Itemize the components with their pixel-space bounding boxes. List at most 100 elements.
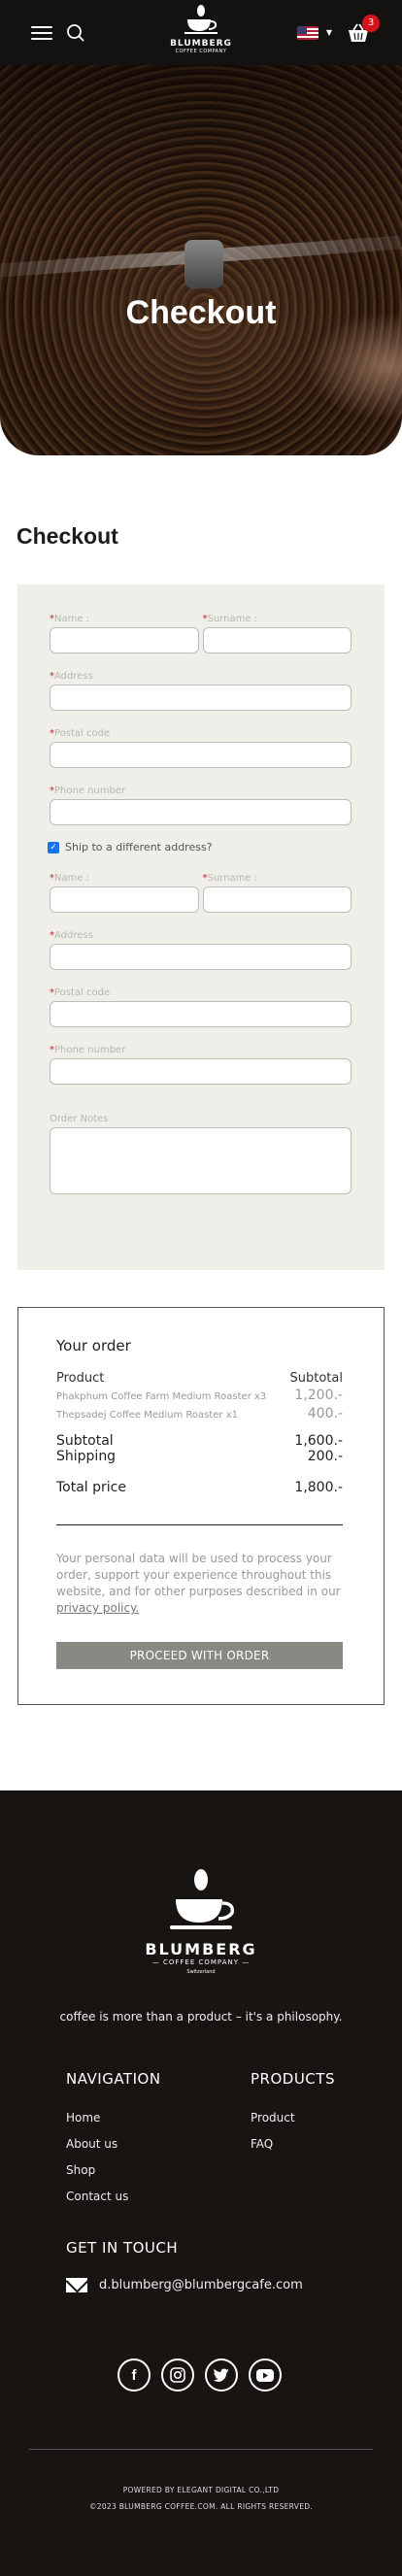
footer-link-product[interactable]: Product <box>251 2111 295 2124</box>
col-subtotal: Subtotal <box>289 1371 343 1386</box>
shipping-name-field: *Name : <box>50 873 199 913</box>
shipping-address-label: Address <box>54 930 93 941</box>
billing-address-input[interactable] <box>50 685 352 711</box>
order-title: Your order <box>56 1337 131 1355</box>
shipping-postal-field: *Postal code <box>50 987 352 1027</box>
footer-nav-title: NAVIGATION <box>66 2070 161 2088</box>
order-notes-label: Order Notes <box>50 1114 109 1124</box>
footer-logo-country: Switzerland <box>186 1969 216 1975</box>
footer-link-about[interactable]: About us <box>66 2137 117 2151</box>
shipping-phone-input[interactable] <box>50 1058 352 1085</box>
shipping-label: Shipping <box>56 1449 117 1464</box>
page-title: Checkout <box>17 523 118 549</box>
footer-touch-title: GET IN TOUCH <box>66 2239 179 2257</box>
shipping-row: Shipping 200.- <box>56 1449 343 1464</box>
hero-banner: Checkout <box>0 65 402 455</box>
footer-copyright: ©2023 BLUMBERG COFFEE.COM. ALL RIGHTS RE… <box>88 2502 314 2511</box>
footer-email[interactable]: d.blumberg@blumbergcafe.com <box>99 2278 303 2292</box>
total-value: 1,800.- <box>294 1480 343 1495</box>
order-item-price: 1,200.- <box>294 1388 343 1403</box>
us-flag-icon[interactable] <box>296 25 318 40</box>
cart-count-badge: 3 <box>362 14 380 32</box>
youtube-icon[interactable] <box>249 2359 282 2392</box>
billing-surname-label: Surname : <box>207 614 258 624</box>
order-notes-textarea[interactable] <box>50 1127 352 1194</box>
shipping-postal-input[interactable] <box>50 1001 352 1027</box>
shipping-address-input[interactable] <box>50 944 352 970</box>
shipping-surname-label: Surname : <box>207 873 258 884</box>
proceed-with-order-button[interactable]: PROCEED WITH ORDER <box>56 1642 343 1669</box>
instagram-icon[interactable] <box>161 2359 194 2392</box>
order-item-price: 400.- <box>307 1406 343 1422</box>
privacy-policy-link[interactable]: privacy policy. <box>56 1601 139 1615</box>
billing-surname-input[interactable] <box>202 627 352 653</box>
shipping-value: 200.- <box>307 1449 343 1464</box>
chevron-down-icon[interactable]: ▼ <box>326 28 332 37</box>
order-header-row: Product Subtotal <box>56 1371 343 1386</box>
footer-logo-sub: — COFFEE COMPANY — <box>151 1958 251 1966</box>
shipping-name-input[interactable] <box>50 887 199 913</box>
order-item: Phakphum Coffee Farm Medium Roaster x3 1… <box>56 1388 343 1403</box>
footer-tagline: coffee is more than a product – it's a p… <box>59 2010 343 2024</box>
billing-surname-field: *Surname : <box>202 614 352 653</box>
subtotal-row: Subtotal 1,600.- <box>56 1433 343 1449</box>
shipping-surname-input[interactable] <box>202 887 352 913</box>
hero-title: Checkout <box>125 294 277 331</box>
billing-phone-label: Phone number <box>54 786 126 796</box>
footer-powered-by: POWERED BY ELEGANT DIGITAL CO.,LTD <box>122 2486 280 2494</box>
footer-logo[interactable]: BLUMBERG — COFFEE COMPANY — Switzerland <box>0 1868 402 1975</box>
checkout-form: *Name : *Surname : *Address *Postal code… <box>17 585 385 1270</box>
site-footer: BLUMBERG — COFFEE COMPANY — Switzerland … <box>0 1790 402 2576</box>
privacy-text: Your personal data will be used to proce… <box>56 1552 341 1598</box>
facebook-icon[interactable]: f <box>117 2359 151 2392</box>
billing-address-field: *Address <box>50 671 352 711</box>
footer-link-contact[interactable]: Contact us <box>66 2190 128 2203</box>
order-item-name: Thepsadej Coffee Medium Roaster x1 <box>56 1410 238 1421</box>
footer-divider <box>29 2449 373 2450</box>
billing-postal-field: *Postal code <box>50 728 352 768</box>
shipping-address-field: *Address <box>50 930 352 970</box>
header-actions: ▼ 3 <box>296 14 380 43</box>
ship-different-label: Ship to a different address? <box>65 841 213 853</box>
billing-name-input[interactable] <box>50 627 199 653</box>
coffee-cup-logo-icon <box>184 5 218 34</box>
shipping-phone-field: *Phone number <box>50 1045 352 1085</box>
total-label: Total price <box>56 1480 126 1495</box>
billing-postal-input[interactable] <box>50 742 352 768</box>
ship-different-checkbox[interactable]: ✓ <box>48 841 59 853</box>
shipping-name-label: Name : <box>54 873 90 884</box>
billing-phone-input[interactable] <box>50 799 352 825</box>
social-links: f <box>117 2359 282 2392</box>
order-item-name: Phakphum Coffee Farm Medium Roaster x3 <box>56 1391 267 1402</box>
footer-link-home[interactable]: Home <box>66 2111 100 2124</box>
shipping-phone-label: Phone number <box>54 1045 126 1055</box>
order-item: Thepsadej Coffee Medium Roaster x1 400.- <box>56 1406 343 1422</box>
billing-address-label: Address <box>54 671 93 682</box>
footer-link-faq[interactable]: FAQ <box>251 2137 273 2151</box>
subtotal-value: 1,600.- <box>294 1433 343 1449</box>
order-notes-field: Order Notes <box>50 1114 352 1194</box>
ship-different-checkbox-row[interactable]: ✓ Ship to a different address? <box>48 841 352 853</box>
footer-logo-brand: BLUMBERG <box>145 1940 257 1958</box>
mail-icon <box>66 2278 87 2292</box>
cart-button[interactable]: 3 <box>348 14 380 43</box>
total-row: Total price 1,800.- <box>56 1480 343 1495</box>
subtotal-label: Subtotal <box>56 1433 114 1449</box>
footer-products-title: PRODUCTS <box>251 2070 335 2088</box>
privacy-notice: Your personal data will be used to proce… <box>56 1551 343 1617</box>
twitter-icon[interactable] <box>205 2359 238 2392</box>
col-product: Product <box>56 1371 105 1386</box>
logo-sub: COFFEE COMPANY <box>175 49 227 54</box>
billing-name-label: Name : <box>54 614 90 624</box>
coffee-cup-logo-icon <box>170 1869 235 1929</box>
footer-link-shop[interactable]: Shop <box>66 2163 95 2177</box>
order-divider <box>56 1524 343 1525</box>
site-logo[interactable]: BLUMBERG COFFEE COMPANY <box>167 4 235 54</box>
search-icon[interactable] <box>66 23 85 43</box>
logo-brand: BLUMBERG <box>170 39 232 49</box>
billing-name-field: *Name : <box>50 614 199 653</box>
roaster-hub-image <box>184 240 223 288</box>
footer-email-row[interactable]: d.blumberg@blumbergcafe.com <box>66 2278 303 2292</box>
shipping-postal-label: Postal code <box>54 987 111 998</box>
menu-icon[interactable] <box>31 25 52 40</box>
